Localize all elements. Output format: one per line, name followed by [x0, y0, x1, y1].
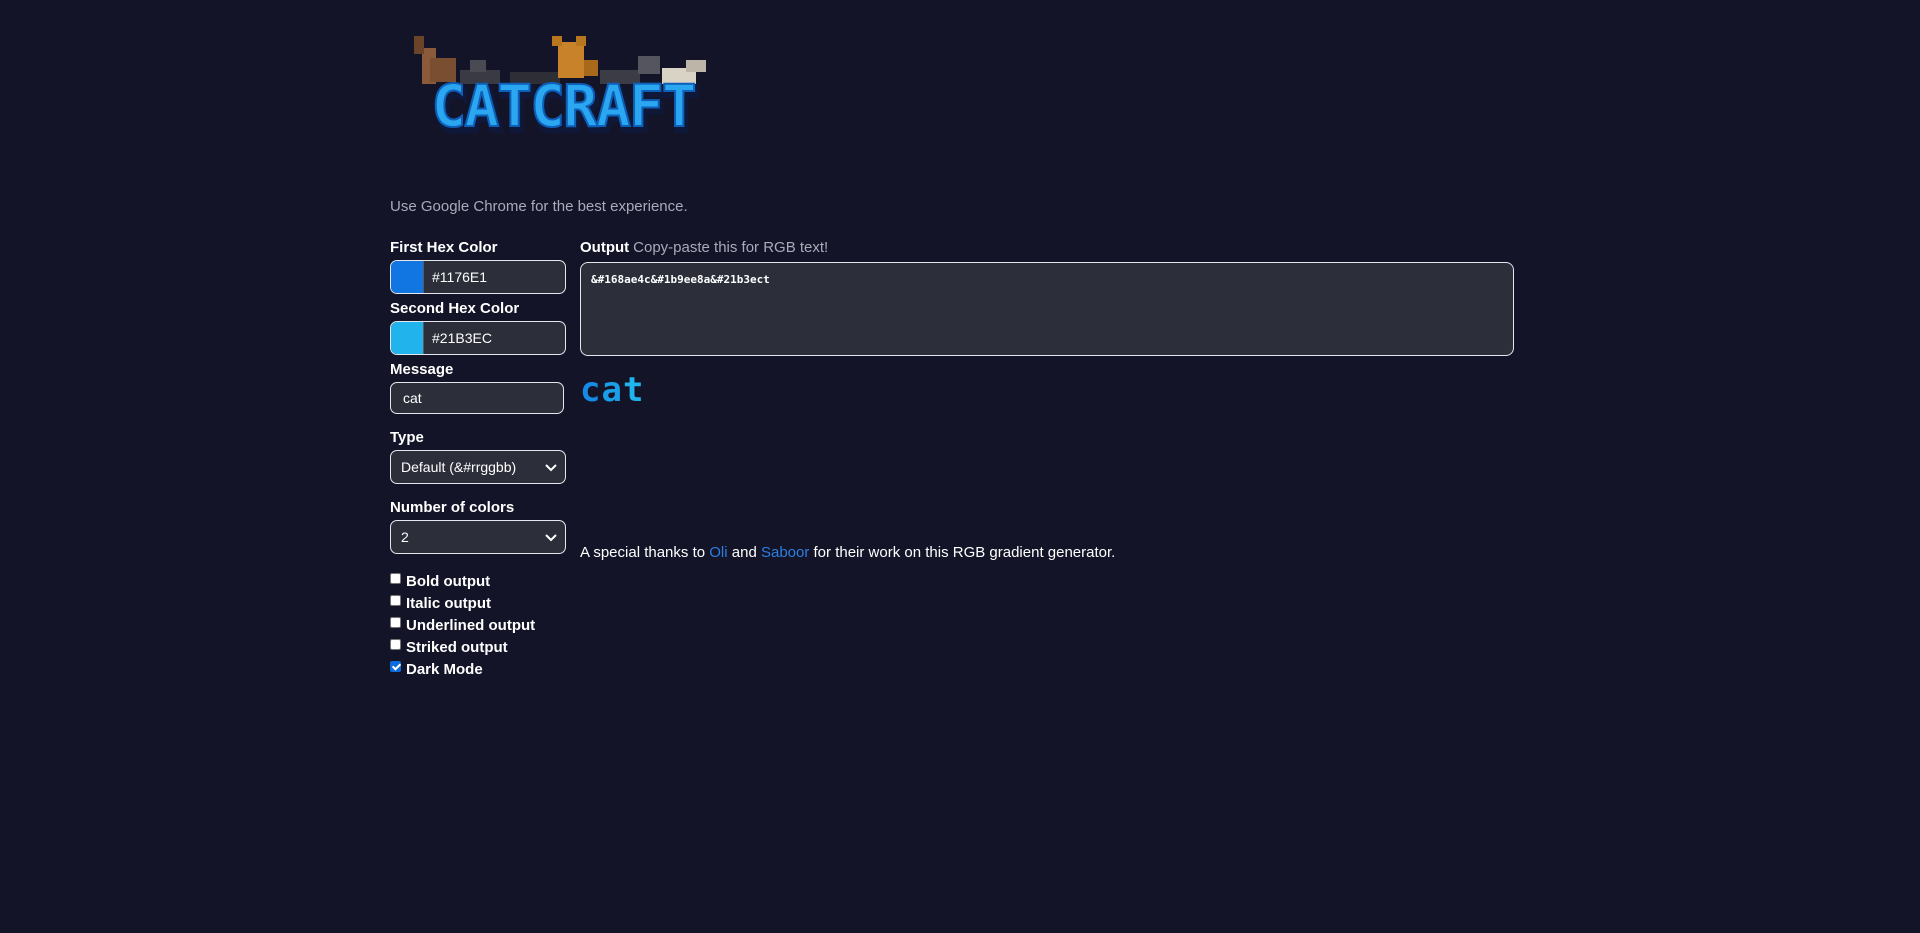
striked-output-option[interactable]: Striked output — [390, 636, 566, 658]
striked-output-checkbox[interactable] — [390, 638, 401, 650]
bold-output-label: Bold output — [406, 572, 491, 590]
underlined-output-label: Underlined output — [406, 616, 536, 634]
credits-suffix: for their work on this RGB gradient gene… — [813, 544, 1116, 561]
chevron-down-icon — [545, 534, 557, 542]
message-label: Message — [390, 361, 454, 378]
saboor-link[interactable]: Saboor — [761, 544, 809, 561]
italic-output-checkbox[interactable] — [390, 594, 401, 606]
gradient-preview: cat — [580, 370, 1516, 410]
first-color-field — [390, 260, 566, 294]
credits-and: and — [731, 544, 757, 561]
output-options: Bold output Italic output Underlined out… — [390, 570, 566, 680]
first-color-input[interactable] — [424, 261, 565, 293]
underlined-output-option[interactable]: Underlined output — [390, 614, 566, 636]
preview-char: a — [601, 370, 623, 410]
dark-mode-label: Dark Mode — [406, 660, 483, 678]
second-color-input[interactable] — [424, 322, 565, 354]
output-label: Output — [580, 239, 630, 256]
message-input[interactable] — [390, 382, 564, 414]
output-header: Output Copy-paste this for RGB text! — [580, 238, 1516, 258]
second-color-label: Second Hex Color — [390, 300, 520, 317]
page: CATCRAFT CATCRAFT Use Google Chrome for … — [0, 0, 1920, 933]
type-select[interactable]: Default (&#rrggbb) — [390, 450, 566, 484]
second-color-field — [390, 321, 566, 355]
logo-wordmark: CATCRAFT — [431, 72, 694, 140]
chevron-down-icon — [545, 464, 557, 472]
underlined-output-checkbox[interactable] — [390, 616, 401, 628]
type-label: Type — [390, 429, 424, 446]
dark-mode-checkbox[interactable] — [390, 660, 401, 672]
preview-char: t — [622, 370, 645, 410]
browser-hint: Use Google Chrome for the best experienc… — [390, 198, 688, 215]
italic-output-option[interactable]: Italic output — [390, 592, 566, 614]
first-color-label: First Hex Color — [390, 239, 498, 256]
settings-form: First Hex Color Second Hex Color Message… — [390, 238, 566, 680]
output-textarea[interactable]: &#168ae4c&#1b9ee8a&#21b3ect — [580, 262, 1514, 356]
bold-output-option[interactable]: Bold output — [390, 570, 566, 592]
italic-output-label: Italic output — [406, 594, 491, 612]
first-color-picker[interactable] — [391, 261, 424, 293]
dark-mode-option[interactable]: Dark Mode — [390, 658, 566, 680]
type-select-value: Default (&#rrggbb) — [401, 459, 517, 475]
catcraft-logo: CATCRAFT CATCRAFT — [414, 36, 706, 147]
output-section: Output Copy-paste this for RGB text! &#16… — [580, 238, 1516, 410]
oli-link[interactable]: Oli — [709, 544, 727, 561]
second-color-picker[interactable] — [391, 322, 424, 354]
output-sublabel: Copy-paste this for RGB text! — [633, 239, 829, 256]
striked-output-label: Striked output — [406, 638, 508, 656]
preview-char: c — [580, 370, 602, 410]
num-colors-select[interactable]: 2 — [390, 520, 566, 554]
credits-prefix: A special thanks to — [580, 544, 706, 561]
num-colors-select-value: 2 — [401, 529, 409, 545]
bold-output-checkbox[interactable] — [390, 572, 401, 584]
num-colors-label: Number of colors — [390, 499, 515, 516]
credits-text: A special thanks to Oli and Saboor for t… — [580, 544, 1115, 561]
